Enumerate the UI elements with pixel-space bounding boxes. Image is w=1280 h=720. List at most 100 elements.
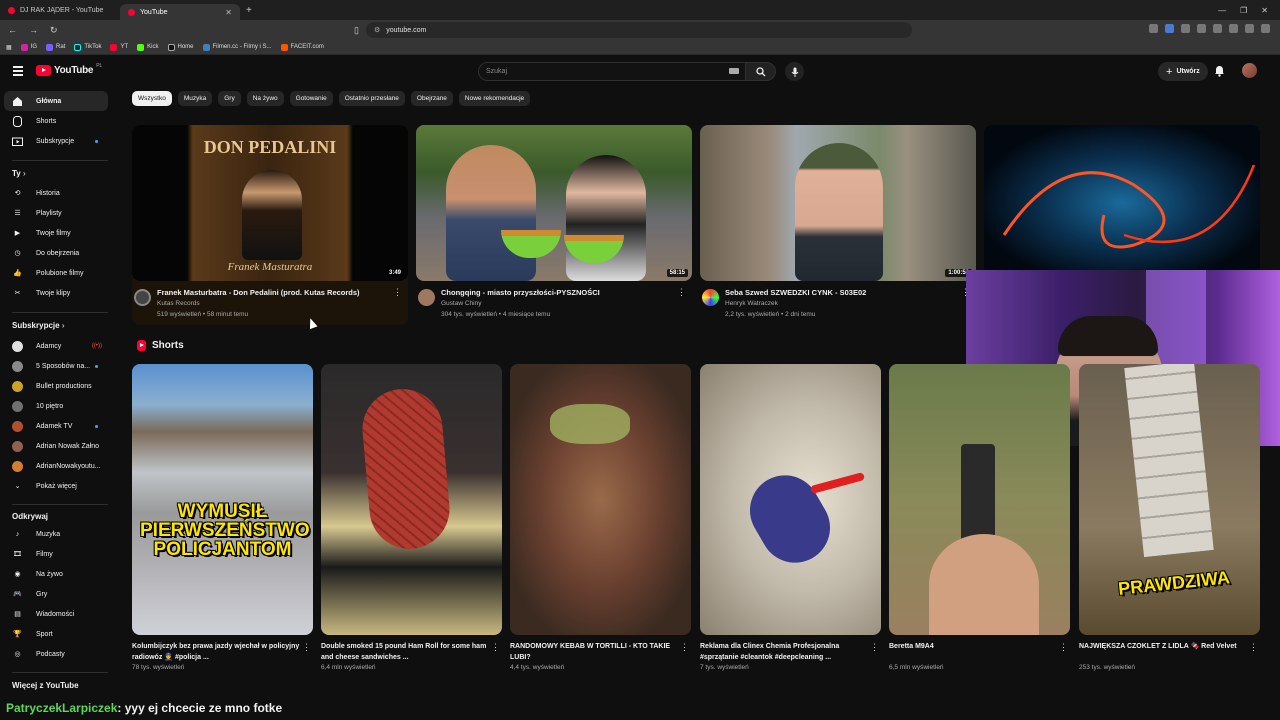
bookmark[interactable]: TikTok	[74, 43, 101, 51]
channel-avatar[interactable]	[418, 289, 435, 306]
video-title[interactable]: Franek Masturbatra - Don Pedalini (prod.…	[157, 288, 387, 297]
sidebar-item-movies[interactable]: 🎞 Filmy	[4, 544, 108, 564]
bookmark[interactable]: FACEIT.com	[280, 43, 324, 51]
menu-icon[interactable]	[13, 66, 23, 78]
video-card[interactable]: 58:15 Chongqing - miasto przyszłości-PYS…	[416, 125, 692, 325]
video-title[interactable]: Chongqing - miasto przyszłości-PYSZNOŚCI	[441, 288, 671, 297]
extension-icon[interactable]	[1229, 24, 1238, 33]
more-options-icon[interactable]: ⋮	[677, 287, 686, 298]
bookmark-icon[interactable]: ▯	[354, 25, 359, 36]
more-options-icon[interactable]: ⋮	[1059, 642, 1068, 653]
video-card[interactable]: DON PEDALINI Franek Masturatra 3:49 Fran…	[132, 125, 408, 325]
you-heading[interactable]: Ty ›	[12, 169, 26, 178]
maximize-icon[interactable]: ❐	[1240, 6, 1247, 15]
bookmark[interactable]: YT	[110, 43, 128, 51]
minimize-icon[interactable]: —	[1218, 6, 1226, 15]
site-info-icon[interactable]: ⚙	[374, 26, 380, 34]
address-bar[interactable]: ⚙ youtube.com	[366, 22, 912, 38]
create-button[interactable]: + Utwórz	[1158, 62, 1208, 81]
short-thumbnail[interactable]: PRAWDZIWA	[1079, 364, 1260, 635]
video-thumbnail[interactable]: 58:15	[416, 125, 692, 281]
channel-name[interactable]: Gustaw Chiny	[441, 300, 481, 307]
more-options-icon[interactable]: ⋮	[491, 642, 500, 653]
sidebar-item-clips[interactable]: ✂ Twoje klipy	[4, 283, 108, 303]
sidebar-sub-item[interactable]: AdrianNowakyoutu...	[4, 456, 108, 476]
sidebar-item-watch-later[interactable]: ◷ Do obejrzenia	[4, 243, 108, 263]
subscriptions-heading[interactable]: Subskrypcje ›	[12, 321, 64, 330]
extension-icon[interactable]	[1181, 24, 1190, 33]
keyboard-icon[interactable]	[729, 68, 739, 74]
sidebar-item-your-videos[interactable]: ▶ Twoje filmy	[4, 223, 108, 243]
sidebar-item-podcasts[interactable]: ◎ Podcasty	[4, 644, 108, 664]
short-thumbnail[interactable]	[889, 364, 1070, 635]
short-title[interactable]: RANDOMOWY KEBAB W TORTILLI - KTO TAKIE L…	[510, 641, 678, 663]
youtube-logo[interactable]: YouTube PL	[36, 63, 102, 76]
channel-name[interactable]: Henryk Watraczek	[725, 300, 778, 307]
close-tab-icon[interactable]: ✕	[225, 8, 232, 17]
video-thumbnail[interactable]	[984, 125, 1260, 281]
apps-icon[interactable]: ▦	[6, 44, 12, 51]
more-options-icon[interactable]: ⋮	[1249, 642, 1258, 653]
bookmark[interactable]: Rat	[46, 43, 65, 51]
short-thumbnail[interactable]	[321, 364, 502, 635]
sidebar-item-gaming[interactable]: 🎮 Gry	[4, 584, 108, 604]
sidebar-item-liked[interactable]: 👍 Polubione filmy	[4, 263, 108, 283]
menu-icon[interactable]	[1261, 24, 1270, 33]
short-title[interactable]: Double smoked 15 pound Ham Roll for some…	[321, 641, 489, 663]
channel-name[interactable]: Kutas Records	[157, 300, 200, 307]
short-thumbnail[interactable]	[510, 364, 691, 635]
show-more-button[interactable]: ⌄ Pokaż więcej	[4, 476, 108, 496]
short-thumbnail[interactable]: WYMUSIŁ PIERWSZEŃSTWO POLICJANTOM	[132, 364, 313, 635]
sidebar-item-music[interactable]: ♪ Muzyka	[4, 524, 108, 544]
sidebar-sub-item[interactable]: 10 piętro	[4, 396, 108, 416]
channel-avatar[interactable]	[134, 289, 151, 306]
more-options-icon[interactable]: ⋮	[393, 287, 402, 298]
sidebar-item-shorts[interactable]: Shorts	[4, 111, 108, 131]
sidebar-item-sport[interactable]: 🏆 Sport	[4, 624, 108, 644]
extension-icon[interactable]	[1165, 24, 1174, 33]
new-tab-button[interactable]: +	[246, 5, 252, 16]
voice-search-button[interactable]	[785, 62, 804, 81]
channel-avatar[interactable]	[702, 289, 719, 306]
sidebar-item-news[interactable]: ▤ Wiadomości	[4, 604, 108, 624]
chip[interactable]: Obejrzane	[410, 91, 453, 106]
sidebar-sub-item[interactable]: Adamek TV	[4, 416, 108, 436]
sidebar-sub-item[interactable]: 5 Sposobów na...	[4, 356, 108, 376]
video-thumbnail[interactable]: DON PEDALINI Franek Masturatra 3:49	[132, 125, 408, 281]
chip[interactable]: Gry	[218, 91, 241, 106]
video-title[interactable]: Seba Szwed SZWEDZKI CYNK - S03E02	[725, 288, 955, 297]
short-title[interactable]: Reklama dla Clinex Chemia Profesjonalna …	[700, 641, 868, 663]
reload-icon[interactable]: ↻	[50, 25, 58, 36]
chip[interactable]: Ostatnio przesłane	[338, 91, 405, 106]
extension-icon[interactable]	[1245, 24, 1254, 33]
more-options-icon[interactable]: ⋮	[302, 642, 311, 653]
sidebar-item-playlists[interactable]: ☰ Playlisty	[4, 203, 108, 223]
short-title[interactable]: Beretta M9A4	[889, 641, 1057, 652]
bookmark[interactable]: IG	[20, 43, 37, 51]
chip[interactable]: Nowe rekomendacje	[458, 91, 531, 106]
back-icon[interactable]: ←	[8, 25, 17, 35]
forward-icon[interactable]: →	[29, 25, 38, 35]
search-input[interactable]: Szukaj	[478, 62, 746, 81]
more-options-icon[interactable]: ⋮	[680, 642, 689, 653]
notifications-bell-icon[interactable]	[1214, 65, 1225, 77]
video-card[interactable]: 1:00:53 Seba Szwed SZWEDZKI CYNK - S03E0…	[700, 125, 976, 325]
short-title[interactable]: NAJWIĘKSZA CZOKLET Z LIDLA 🍫 Red Velvet	[1079, 641, 1247, 652]
chip[interactable]: Na żywo	[246, 91, 284, 106]
sidebar-sub-item[interactable]: Adamcy ((•))	[4, 336, 108, 356]
video-card[interactable]	[984, 125, 1260, 281]
bookmark[interactable]: Filmen.cc - Filmy i S...	[202, 43, 272, 51]
extension-icon[interactable]	[1213, 24, 1222, 33]
extension-icon[interactable]	[1149, 24, 1158, 33]
sidebar-item-history[interactable]: ⟲ Historia	[4, 183, 108, 203]
sidebar-item-subscriptions[interactable]: Subskrypcje	[4, 131, 108, 151]
short-thumbnail[interactable]	[700, 364, 881, 635]
more-options-icon[interactable]: ⋮	[870, 642, 879, 653]
video-thumbnail[interactable]: 1:00:53	[700, 125, 976, 281]
bookmark[interactable]: Kick	[137, 43, 159, 51]
short-title[interactable]: Kolumbijczyk bez prawa jazdy wjechał w p…	[132, 641, 300, 663]
sidebar-item-live[interactable]: ◉ Na żywo	[4, 564, 108, 584]
sidebar-item-home[interactable]: Główna	[4, 91, 108, 111]
sidebar-sub-item[interactable]: Adrian Nowak Załno	[4, 436, 108, 456]
search-button[interactable]	[746, 62, 776, 81]
